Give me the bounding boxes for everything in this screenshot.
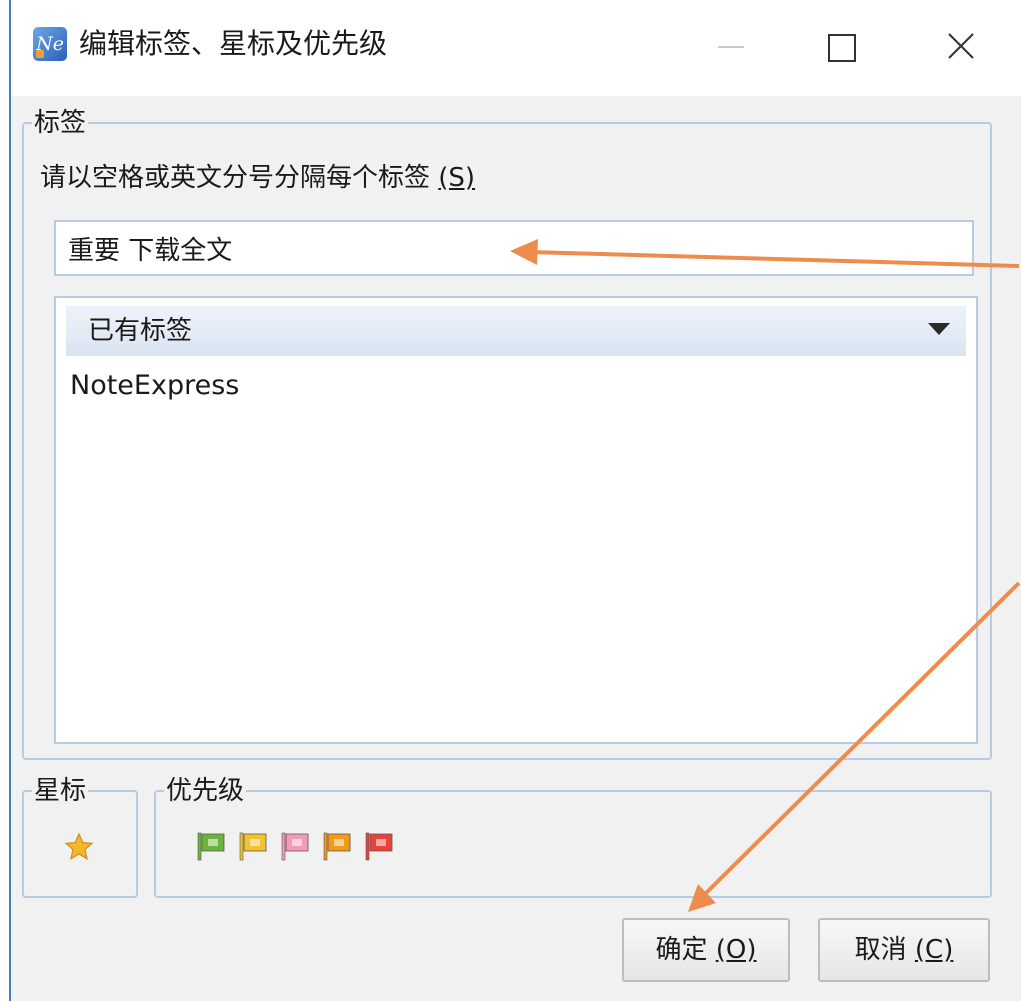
noteexpress-app-icon: Ne [33, 27, 67, 61]
tags-input[interactable] [54, 220, 974, 276]
minimize-icon [718, 46, 744, 48]
title-bar: Ne 编辑标签、星标及优先级 [11, 0, 1021, 96]
existing-tags-title: 已有标签 [88, 316, 193, 346]
cancel-button-accelerator: (C) [914, 935, 954, 965]
yellow-flag-icon[interactable] [238, 830, 270, 862]
maximize-icon [828, 34, 856, 62]
tags-instruction-accelerator: (S) [438, 163, 476, 193]
close-button[interactable] [931, 22, 991, 72]
minimize-button[interactable] [701, 22, 761, 72]
red-flag-icon[interactable] [364, 830, 396, 862]
tags-instruction-text: 请以空格或英文分号分隔每个标签 [40, 163, 439, 193]
background-window-edge [0, 0, 11, 1001]
existing-tag-item[interactable]: NoteExpress [70, 366, 239, 406]
chevron-down-icon[interactable] [928, 323, 950, 335]
cancel-button[interactable]: 取消 (C) [818, 918, 990, 982]
star-icon[interactable] [64, 832, 94, 862]
pink-flag-icon[interactable] [280, 830, 312, 862]
ok-button-accelerator: (O) [715, 935, 757, 965]
window-title: 编辑标签、星标及优先级 [79, 27, 388, 60]
cancel-button-label: 取消 [854, 935, 915, 965]
tags-instruction: 请以空格或英文分号分隔每个标签 (S) [40, 158, 475, 198]
existing-tags-panel: 已有标签 NoteExpress [54, 296, 978, 744]
maximize-button[interactable] [811, 22, 871, 72]
green-flag-icon[interactable] [196, 830, 228, 862]
tags-group-label: 标签 [34, 108, 87, 138]
close-icon [948, 33, 974, 59]
orange-flag-icon[interactable] [322, 830, 354, 862]
existing-tags-header[interactable]: 已有标签 [66, 306, 966, 356]
star-group-label: 星标 [34, 776, 87, 806]
ok-button-label: 确定 [655, 935, 716, 965]
priority-group-label: 优先级 [166, 776, 245, 806]
ok-button[interactable]: 确定 (O) [622, 918, 790, 982]
